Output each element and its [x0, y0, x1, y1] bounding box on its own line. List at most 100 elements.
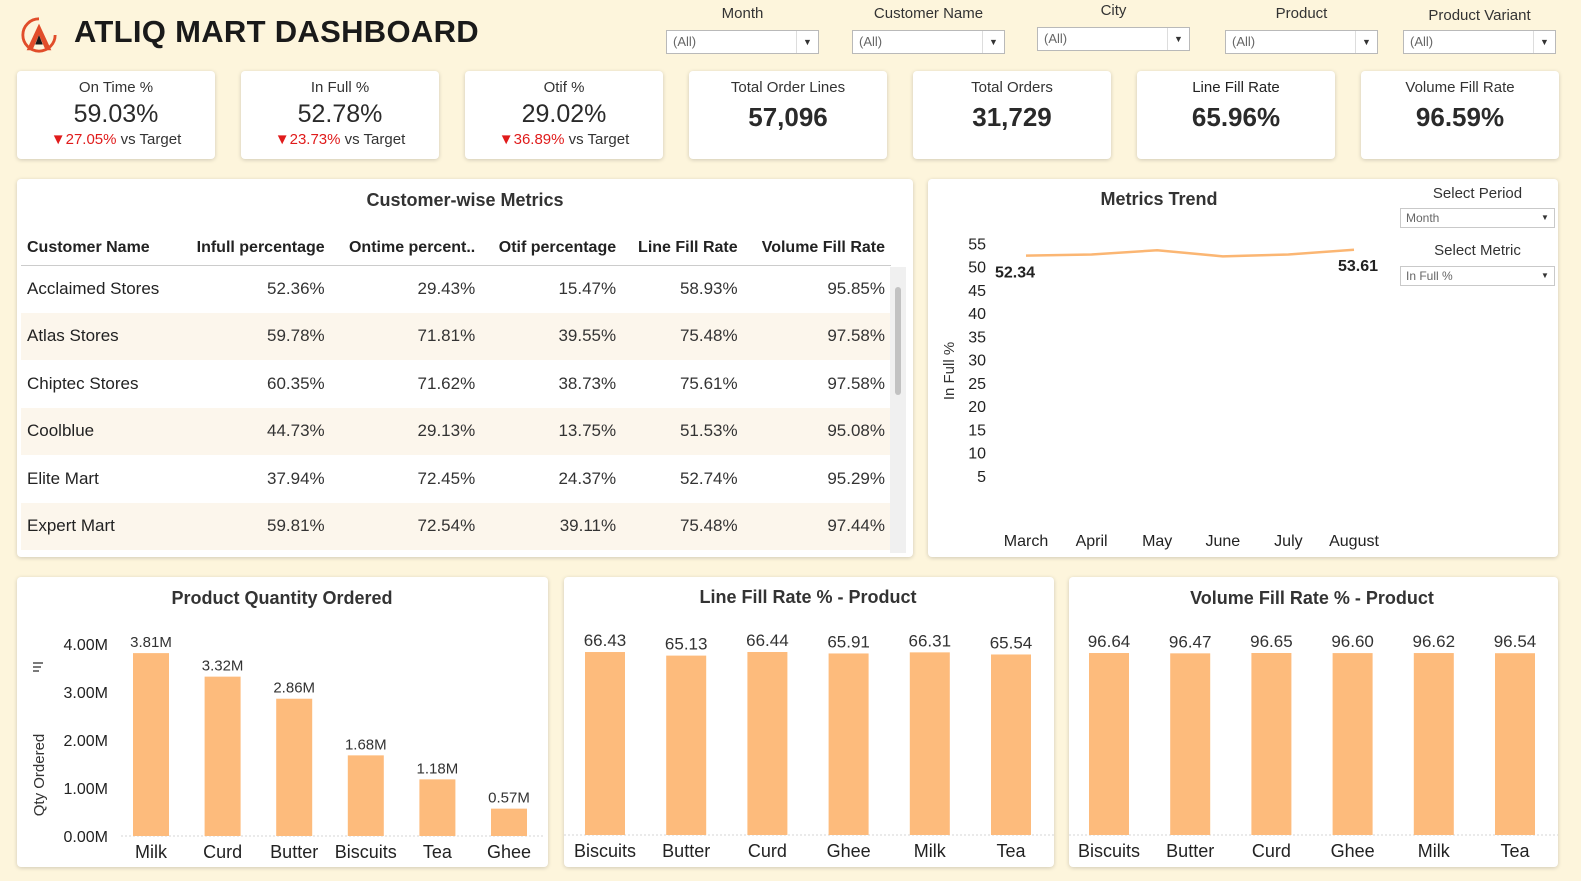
kpi-otif: Otif % 29.02% ▼36.89% vs Target — [465, 71, 663, 159]
bar[interactable] — [276, 698, 313, 836]
y-tick-label: 50 — [968, 260, 986, 277]
x-tick-label: Curd — [1252, 841, 1291, 861]
y-tick-label: 1.00M — [64, 781, 108, 798]
bar[interactable] — [909, 652, 950, 835]
x-tick-label: Biscuits — [335, 842, 397, 862]
customer-select[interactable]: (All) ▼ — [852, 30, 1005, 54]
table-row[interactable]: Atlas Stores 59.78% 71.81% 39.55% 75.48%… — [21, 312, 891, 360]
data-label: 1.68M — [345, 736, 387, 753]
chevron-down-icon[interactable]: ▼ — [1355, 31, 1377, 53]
y-axis-label: In Full % — [941, 342, 958, 400]
filter-label: Customer Name — [873, 5, 984, 22]
month-select[interactable]: (All) ▼ — [666, 30, 819, 54]
bar[interactable] — [1413, 653, 1454, 835]
product-select[interactable]: (All) ▼ — [1225, 30, 1378, 54]
kpi-delta: ▼27.05% vs Target — [50, 131, 182, 148]
bar[interactable] — [491, 808, 527, 836]
product-quantity-panel: Product Quantity Ordered Qty Ordered 0.0… — [17, 577, 548, 867]
product-variant-select[interactable]: (All) ▼ — [1403, 30, 1556, 54]
volume-fill-rate-chart: Volume Fill Rate % - Product 96.64 Biscui… — [1069, 588, 1558, 861]
chevron-down-icon[interactable]: ▼ — [1536, 209, 1554, 227]
metrics-trend-panel: Metrics Trend In Full % 5 10 15 20 25 30 35 40 4… — [928, 179, 1558, 557]
y-tick-label: 3.00M — [64, 685, 108, 702]
table-row[interactable]: Elite Mart 37.94% 72.45% 24.37% 52.74% 9… — [21, 455, 891, 503]
y-tick-label: 20 — [968, 399, 986, 416]
table-row[interactable]: Expert Mart 59.81% 72.54% 39.11% 75.48% … — [21, 502, 891, 550]
kpi-total-orders: Total Orders 31,729 — [913, 71, 1111, 159]
table-row[interactable]: Acclaimed Stores 52.36% 29.43% 15.47% 58… — [21, 265, 891, 313]
bar[interactable] — [347, 755, 384, 836]
x-tick-label: Biscuits — [1078, 841, 1140, 861]
table-scrollbar[interactable] — [890, 267, 906, 553]
scrollbar-thumb[interactable] — [895, 287, 901, 395]
column-header[interactable]: Ontime percent.. — [331, 231, 482, 265]
table-row[interactable]: Coolblue 44.73% 29.13% 13.75% 51.53% 95.… — [21, 407, 891, 455]
volume-fill-rate-panel: Volume Fill Rate % - Product 96.64 Biscui… — [1069, 577, 1558, 867]
data-label: 3.32M — [202, 658, 244, 675]
filter-label: Month — [721, 5, 764, 22]
y-tick-label: 2.00M — [64, 733, 108, 750]
y-tick-label: 25 — [968, 376, 986, 393]
bar[interactable] — [585, 652, 625, 835]
x-tick-label: Milk — [135, 842, 168, 862]
select-metric-dropdown[interactable]: In Full % ▼ — [1400, 266, 1555, 286]
column-header[interactable]: Infull percentage — [178, 231, 331, 265]
kpi-in-full: In Full % 52.78% ▼23.73% vs Target — [241, 71, 439, 159]
column-header[interactable]: Volume Fill Rate — [744, 231, 891, 265]
line-fill-rate-chart: Line Fill Rate % - Product 66.43 Biscuits… — [564, 587, 1054, 861]
chevron-down-icon[interactable]: ▼ — [982, 31, 1004, 53]
bar[interactable] — [1251, 653, 1292, 835]
chart-title: Volume Fill Rate % - Product — [1190, 588, 1434, 608]
filter-product: Product (All) ▼ — [1225, 4, 1378, 54]
x-tick-label: Milk — [1418, 841, 1451, 861]
bar[interactable] — [1089, 653, 1129, 835]
y-tick-label: 35 — [968, 329, 986, 346]
data-label: 66.44 — [746, 631, 789, 650]
chevron-down-icon[interactable]: ▼ — [796, 31, 818, 53]
data-label: 65.91 — [827, 632, 870, 651]
y-tick-label: 5 — [977, 469, 986, 486]
column-header[interactable]: Line Fill Rate — [622, 231, 744, 265]
data-label: 0.57M — [488, 790, 530, 807]
chevron-down-icon[interactable]: ▼ — [1167, 28, 1189, 50]
atliq-logo-icon — [21, 17, 57, 53]
x-tick-label: Tea — [1500, 841, 1530, 861]
x-tick-label: May — [1142, 533, 1172, 550]
select-period-dropdown[interactable]: Month ▼ — [1400, 208, 1555, 228]
bar[interactable] — [133, 653, 169, 836]
x-tick-label: Curd — [748, 841, 787, 861]
bar[interactable] — [828, 653, 869, 835]
chevron-down-icon[interactable]: ▼ — [1536, 267, 1554, 285]
bar[interactable] — [666, 655, 707, 835]
bar[interactable] — [1495, 653, 1535, 835]
column-header[interactable]: Customer Name — [21, 231, 178, 265]
data-label: 65.54 — [990, 633, 1033, 652]
chevron-down-icon[interactable]: ▼ — [1533, 31, 1555, 53]
city-select[interactable]: (All) ▼ — [1037, 27, 1190, 51]
kpi-value: 29.02% — [521, 100, 607, 128]
bar[interactable] — [1332, 653, 1373, 835]
table-row[interactable]: Chiptec Stores 60.35% 71.62% 38.73% 75.6… — [21, 360, 891, 408]
column-header[interactable]: Otif percentage — [481, 231, 622, 265]
kpi-value: 57,096 — [748, 102, 828, 132]
data-label: 96.47 — [1169, 632, 1212, 651]
kpi-value: 96.59% — [1415, 102, 1505, 132]
bar[interactable] — [991, 654, 1031, 835]
data-label: 96.65 — [1250, 632, 1293, 651]
filter-icon[interactable] — [33, 662, 43, 672]
kpi-value: 65.96% — [1191, 102, 1281, 132]
bar[interactable] — [747, 652, 788, 835]
kpi-value: 31,729 — [972, 102, 1052, 132]
data-label: 66.31 — [909, 631, 952, 650]
data-label: 96.64 — [1088, 632, 1131, 651]
kpi-volume-fill-rate: Volume Fill Rate 96.59% — [1361, 71, 1559, 159]
data-label: 96.62 — [1413, 632, 1456, 651]
bar[interactable] — [204, 676, 241, 836]
filter-label: Product — [1275, 5, 1328, 22]
down-arrow-icon: ▼ — [274, 131, 290, 148]
data-label: 96.54 — [1494, 632, 1537, 651]
metrics-trend-chart: Metrics Trend In Full % 5 10 15 20 25 30 35 40 4… — [941, 189, 1379, 550]
bar[interactable] — [1170, 653, 1211, 835]
x-tick-label: Ghee — [487, 842, 531, 862]
bar[interactable] — [419, 779, 456, 836]
